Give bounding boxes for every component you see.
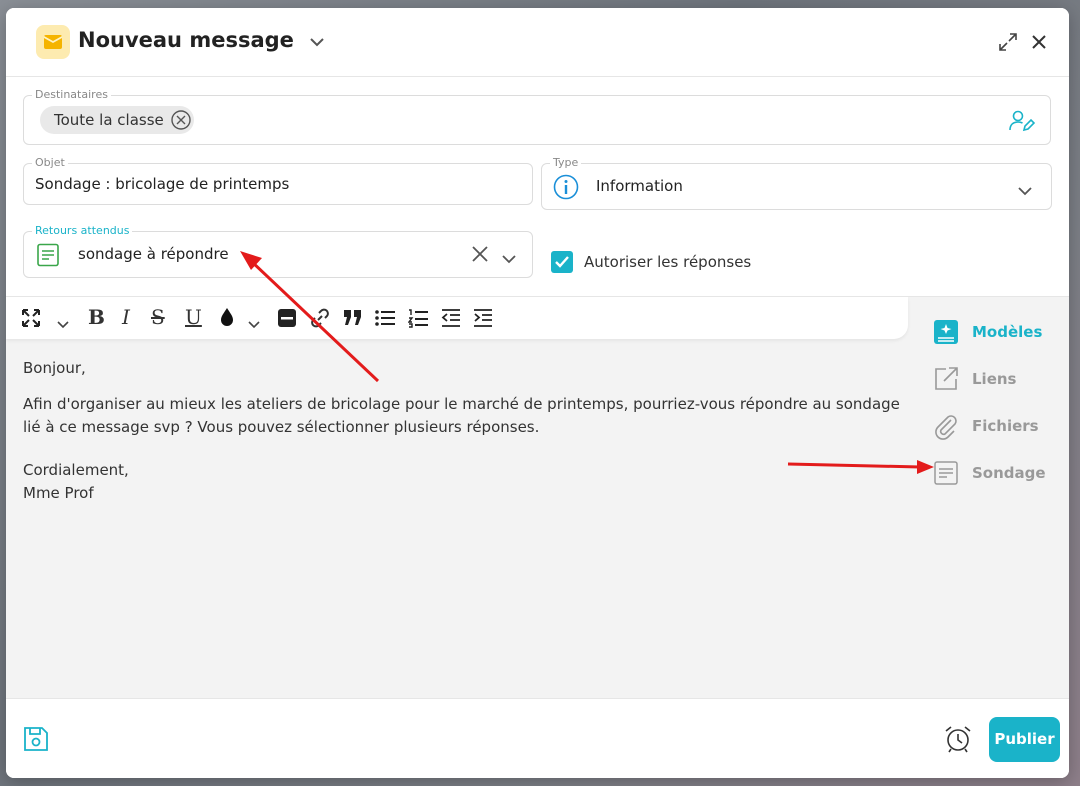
- clear-icon[interactable]: [471, 245, 489, 267]
- dialog-header: Nouveau message: [6, 8, 1069, 77]
- indent-icon[interactable]: [473, 309, 493, 331]
- side-item-files[interactable]: Fichiers: [932, 412, 1062, 442]
- horizontal-rule-icon[interactable]: [278, 309, 296, 331]
- chevron-down-icon: [1017, 181, 1033, 200]
- type-label: Type: [550, 156, 582, 170]
- alarm-clock-icon[interactable]: [944, 725, 972, 757]
- bold-icon[interactable]: B: [88, 305, 105, 329]
- recipients-label: Destinataires: [32, 88, 111, 102]
- subject-label: Objet: [32, 156, 68, 170]
- subject-field[interactable]: Objet Sondage : bricolage de printemps: [23, 156, 533, 205]
- save-icon[interactable]: [23, 726, 49, 756]
- side-item-survey[interactable]: Sondage: [932, 459, 1062, 489]
- dialog-title: Nouveau message: [78, 28, 294, 52]
- publish-button[interactable]: Publier: [989, 717, 1060, 762]
- survey-icon: [932, 459, 960, 491]
- side-label-survey: Sondage: [972, 464, 1046, 482]
- recipient-chip: Toute la classe: [40, 106, 194, 134]
- expected-returns-value: sondage à répondre: [78, 245, 229, 263]
- chevron-down-icon[interactable]: [248, 314, 260, 333]
- type-value: Information: [596, 177, 683, 195]
- dialog-footer: Publier: [6, 698, 1069, 778]
- external-link-icon: [932, 365, 960, 397]
- new-message-dialog: Nouveau message Destinataires Toute la c…: [6, 8, 1069, 778]
- side-label-links: Liens: [972, 370, 1017, 388]
- body-paragraph: Afin d'organiser au mieux les ateliers d…: [23, 395, 900, 436]
- side-item-templates[interactable]: Modèles: [932, 318, 1062, 348]
- mail-icon: [36, 25, 70, 59]
- quote-icon[interactable]: [343, 309, 363, 331]
- close-icon[interactable]: [1031, 34, 1047, 54]
- templates-icon: [932, 318, 960, 350]
- expected-returns-label: Retours attendus: [32, 224, 133, 238]
- paperclip-icon: [932, 412, 960, 444]
- italic-icon[interactable]: I: [122, 305, 130, 329]
- allow-replies-label: Autoriser les réponses: [584, 253, 752, 271]
- remove-chip-icon[interactable]: [170, 109, 192, 140]
- type-select[interactable]: Type Information: [541, 156, 1052, 210]
- subject-value: Sondage : bricolage de printemps: [35, 175, 290, 193]
- message-body[interactable]: Bonjour, Afin d'organiser au mieux les a…: [23, 357, 903, 505]
- strikethrough-icon[interactable]: S: [151, 305, 165, 329]
- fullscreen-icon[interactable]: [22, 309, 40, 331]
- body-signature: Mme Prof: [23, 484, 94, 502]
- side-label-files: Fichiers: [972, 417, 1039, 435]
- survey-icon: [36, 243, 60, 271]
- chevron-down-icon[interactable]: [57, 314, 69, 333]
- link-icon[interactable]: [310, 308, 330, 332]
- side-item-links[interactable]: Liens: [932, 365, 1062, 395]
- bullet-list-icon[interactable]: [375, 309, 395, 331]
- editor-toolbar: B I S U: [6, 297, 908, 339]
- recipients-field[interactable]: Destinataires Toute la classe: [23, 88, 1051, 145]
- numbered-list-icon[interactable]: [407, 308, 428, 332]
- body-closing: Cordialement,: [23, 461, 129, 479]
- edit-recipients-icon[interactable]: [1009, 109, 1036, 137]
- side-label-templates: Modèles: [972, 323, 1043, 341]
- recipient-chip-label: Toute la classe: [54, 111, 164, 129]
- outdent-icon[interactable]: [441, 309, 461, 331]
- expand-icon[interactable]: [998, 32, 1018, 56]
- expected-returns-select[interactable]: Retours attendus sondage à répondre: [23, 224, 533, 278]
- chevron-down-icon[interactable]: [309, 32, 325, 51]
- allow-replies-checkbox[interactable]: [551, 251, 573, 273]
- body-greeting: Bonjour,: [23, 359, 86, 377]
- info-icon: [553, 174, 579, 204]
- editor-area: B I S U Bonjour, Afin d'organiser au mie…: [6, 296, 1069, 698]
- underline-icon[interactable]: U: [185, 305, 202, 329]
- message-form: Destinataires Toute la classe Objet Sond…: [6, 77, 1069, 296]
- text-color-icon[interactable]: [220, 307, 234, 331]
- chevron-down-icon: [501, 249, 517, 268]
